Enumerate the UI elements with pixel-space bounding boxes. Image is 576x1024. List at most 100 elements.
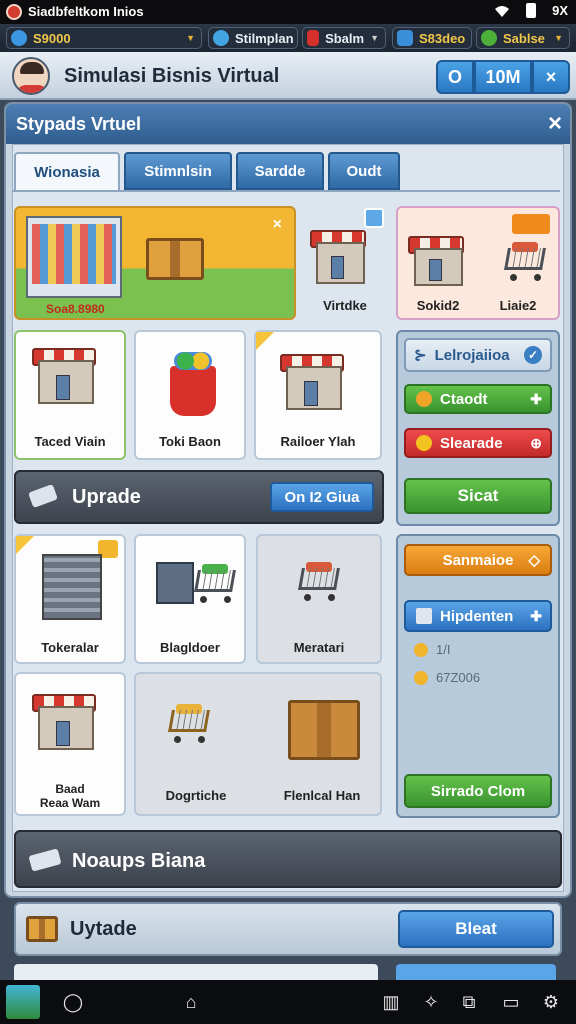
- globe-icon: [213, 30, 229, 46]
- coin-icon: [416, 435, 432, 451]
- resource-plan[interactable]: Stilmplan: [208, 27, 298, 49]
- store-icon: [32, 342, 112, 416]
- item-card-tokeralar[interactable]: Tokeralar: [14, 534, 126, 664]
- app-title: Simulasi Bisnis Virtual: [64, 65, 280, 87]
- crate-icon[interactable]: [288, 700, 360, 760]
- new-badge-icon: [512, 214, 550, 234]
- button-slearade[interactable]: Slearade ⊕: [404, 428, 552, 458]
- target-icon: ⊕: [530, 434, 542, 451]
- settings-gear-icon[interactable]: ⚙: [540, 992, 562, 1012]
- resource-bar: S9000 ▼ Stilmplan Sbalm ▼ S83deo Sablse …: [0, 24, 576, 52]
- status-title: Siadbfeltkom Inios: [28, 4, 144, 19]
- upgrade-bar: Uprade On I2 Giua: [14, 470, 384, 524]
- hero-close-icon[interactable]: ×: [273, 216, 282, 234]
- button-sirrado-clom[interactable]: Sirrado Clom: [404, 774, 552, 808]
- puzzle-icon[interactable]: ✧: [420, 992, 442, 1012]
- tab-divider: [12, 190, 560, 192]
- warehouse-icon: [42, 554, 102, 620]
- item-label: Tokeralar: [41, 640, 99, 655]
- battery-text: 9X: [552, 3, 568, 18]
- stat-row-1: 1/I: [414, 642, 450, 657]
- cart-icon[interactable]: [162, 704, 218, 748]
- launcher-icon[interactable]: [6, 985, 40, 1019]
- hero-price: Soa8.8980: [46, 302, 105, 316]
- coin-icon: [416, 391, 432, 407]
- item-label: Taced Viain: [34, 434, 106, 449]
- wifi-icon: [495, 5, 510, 17]
- item-label: Toki Baon: [159, 434, 221, 449]
- app-icon: [6, 4, 22, 20]
- button-hipdenten-label: Hipdenten: [440, 607, 514, 625]
- screenshot-icon[interactable]: ⧉: [458, 992, 480, 1012]
- noaups-bar[interactable]: Noaups Biana: [14, 830, 562, 888]
- item-card-blagldoer[interactable]: Blagldoer: [134, 534, 246, 664]
- cart-icon: [188, 564, 244, 608]
- bleat-button[interactable]: Bleat: [398, 910, 554, 948]
- cart-icon: [292, 562, 348, 606]
- plus-arrow-icon: ✚: [530, 607, 542, 624]
- hero-card[interactable]: × Soa8.8980: [14, 206, 296, 320]
- side-title-bar[interactable]: ⊱ Lelrojaiioa ✓: [404, 338, 552, 372]
- market-stall-icon: [310, 224, 380, 294]
- assistant-icon[interactable]: ◯: [62, 992, 84, 1012]
- button-hipdenten[interactable]: Hipdenten ✚: [404, 600, 552, 632]
- panel-close-button[interactable]: ×: [548, 110, 562, 138]
- tab-wionasia[interactable]: Wionasia: [14, 152, 120, 190]
- next-card-peek: [14, 964, 378, 980]
- item-card-railoer[interactable]: Railoer Ylah: [254, 330, 382, 460]
- uytade-bar: Uytade Bleat: [14, 902, 562, 956]
- upgrade-title: Uprade: [72, 486, 141, 508]
- diamond-icon: ◇: [528, 552, 540, 569]
- resource-sablse-value: Sablse: [503, 30, 545, 46]
- corner-badge: [256, 332, 274, 350]
- noaups-title: Noaups Biana: [72, 850, 206, 872]
- resource-coins[interactable]: S9000 ▼: [6, 27, 202, 49]
- tab-sardde[interactable]: Sardde: [236, 152, 324, 190]
- ten-m-button[interactable]: 10M: [474, 60, 532, 94]
- status-bar: Siadbfeltkom Inios 9X: [0, 0, 576, 24]
- item-card-meratari[interactable]: Meratari: [256, 534, 382, 664]
- shop-icon: [280, 348, 360, 422]
- cube-icon: [416, 608, 432, 624]
- item-card-toki[interactable]: Toki Baon: [134, 330, 246, 460]
- chevron-down-icon: ▼: [186, 33, 195, 43]
- panel-title: Stypads Vrtuel: [16, 114, 142, 134]
- resource-deo[interactable]: S83deo: [392, 27, 472, 49]
- item-label: Railoer Ylah: [280, 434, 356, 449]
- red-box-icon: [307, 30, 320, 46]
- item-card-sokid[interactable]: Sokid2 Liaie2: [396, 206, 560, 320]
- key-icon: ⊱: [414, 347, 427, 364]
- battery-icon: [526, 3, 537, 18]
- chat-icon[interactable]: ▭: [500, 992, 522, 1012]
- chevron-down-icon: ▼: [554, 33, 563, 43]
- avatar[interactable]: [12, 57, 50, 95]
- cart-icon: [498, 242, 554, 286]
- tab-oudt[interactable]: Oudt: [328, 152, 400, 190]
- item-card-group: Dogrtiche Flenlcal Han: [134, 672, 382, 816]
- resource-plan-value: Stilmplan: [235, 30, 294, 46]
- app-header: Simulasi Bisnis Virtual O 10M ×: [0, 52, 576, 100]
- resource-balm-value: Sbalm: [325, 30, 365, 46]
- button-sicat[interactable]: Sicat: [404, 478, 552, 514]
- item-card-taced[interactable]: Taced Viain: [14, 330, 126, 460]
- stat-2-value: 67Z006: [436, 670, 481, 685]
- system-nav-bar: ◯ ⌂ ▥ ✧ ⧉ ▭ ⚙: [0, 980, 576, 1024]
- resource-coins-value: S9000: [33, 30, 71, 46]
- home-icon[interactable]: ⌂: [180, 992, 202, 1012]
- item-label: Blagldoer: [160, 640, 220, 655]
- recent-apps-icon[interactable]: ▥: [380, 992, 402, 1012]
- coin-icon: [414, 670, 428, 685]
- upgrade-button[interactable]: On I2 Giua: [270, 482, 374, 512]
- o-button[interactable]: O: [436, 60, 474, 94]
- button-ctaodt[interactable]: Ctaodt ✚: [404, 384, 552, 414]
- green-gear-icon: [481, 30, 497, 46]
- header-close-button[interactable]: ×: [532, 60, 570, 94]
- resource-balm[interactable]: Sbalm ▼: [302, 27, 386, 49]
- status-icons: 9X: [494, 3, 568, 18]
- button-ctaodt-label: Ctaodt: [440, 390, 488, 408]
- resource-sablse[interactable]: Sablse ▼: [476, 27, 570, 49]
- next-button-peek: [396, 964, 556, 980]
- button-sanmaioe[interactable]: Sanmaioe ◇: [404, 544, 552, 576]
- tab-stimnlsin[interactable]: Stimnlsin: [124, 152, 232, 190]
- resource-deo-value: S83deo: [419, 30, 466, 46]
